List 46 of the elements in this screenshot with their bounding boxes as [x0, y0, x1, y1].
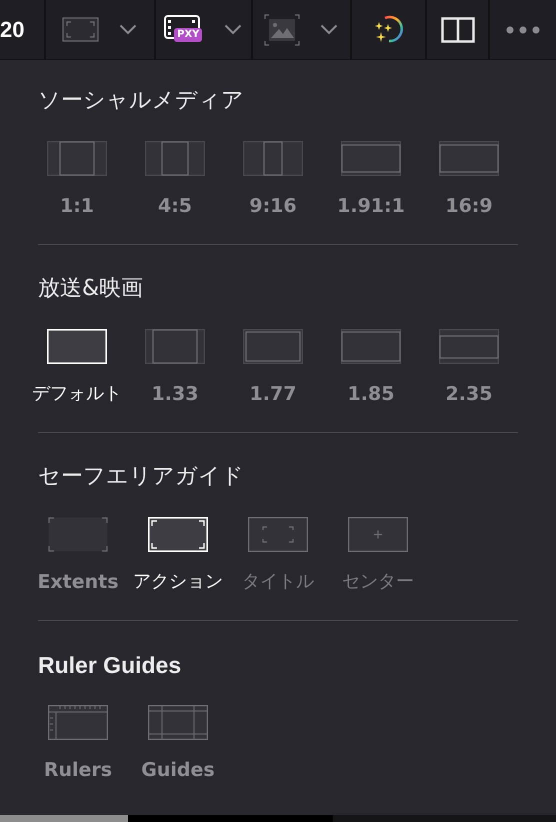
toolbar-text: 20	[0, 16, 24, 42]
chevron-icon	[119, 24, 138, 35]
aspect-option[interactable]: 4:5	[126, 141, 224, 218]
aspect-option[interactable]: センター	[328, 517, 428, 594]
frame-icon	[148, 517, 208, 552]
proxy-badge: PXY	[174, 28, 202, 42]
frame-icon	[145, 141, 205, 176]
aspect-option[interactable]: Rulers	[28, 705, 128, 782]
aspect-option[interactable]: 16:9	[420, 141, 518, 218]
frame-icon	[145, 329, 205, 364]
frame-icon	[341, 329, 401, 364]
chevron-icon	[320, 24, 338, 35]
aspect-option[interactable]: 1.91:1	[322, 141, 420, 218]
aspect-option[interactable]: Guides	[128, 705, 228, 782]
aspect-option[interactable]: デフォルト	[28, 329, 126, 406]
frame-icon	[47, 329, 107, 364]
aspect-option[interactable]: タイトル	[228, 517, 328, 594]
frame-icon	[48, 517, 108, 552]
aspect-option[interactable]: Extents	[28, 517, 128, 594]
aspect-option[interactable]: 9:16	[224, 141, 322, 218]
more-icon	[506, 26, 540, 34]
frame-icon	[439, 141, 499, 176]
chevron-icon	[224, 24, 242, 35]
frame-icon	[48, 705, 108, 740]
aspect-option[interactable]: 1.85	[322, 329, 420, 406]
frame-icon	[439, 329, 499, 364]
scroll-thumb[interactable]	[0, 815, 128, 822]
section-title: ソーシャルメディア	[38, 87, 244, 115]
aspect-option[interactable]: 1:1	[28, 141, 126, 218]
section-title: Ruler Guides	[38, 651, 182, 680]
frame-icon	[148, 705, 208, 740]
frame-icon	[243, 141, 303, 176]
aspect-option[interactable]: アクション	[128, 517, 228, 594]
frame-icon	[47, 141, 107, 176]
aspect-option[interactable]: 1.33	[126, 329, 224, 406]
frame-icon	[341, 141, 401, 176]
frame-corners-icon	[62, 17, 100, 42]
frame-icon	[348, 517, 408, 552]
split-view-icon	[440, 16, 475, 42]
section-title: セーフエリアガイド	[38, 463, 244, 491]
aspect-option[interactable]: 1.77	[224, 329, 322, 406]
frame-icon	[243, 329, 303, 364]
frame-icon	[248, 517, 308, 552]
aspect-option[interactable]: 2.35	[420, 329, 518, 406]
section-title: 放送&映画	[38, 275, 144, 303]
image-icon	[264, 14, 300, 46]
